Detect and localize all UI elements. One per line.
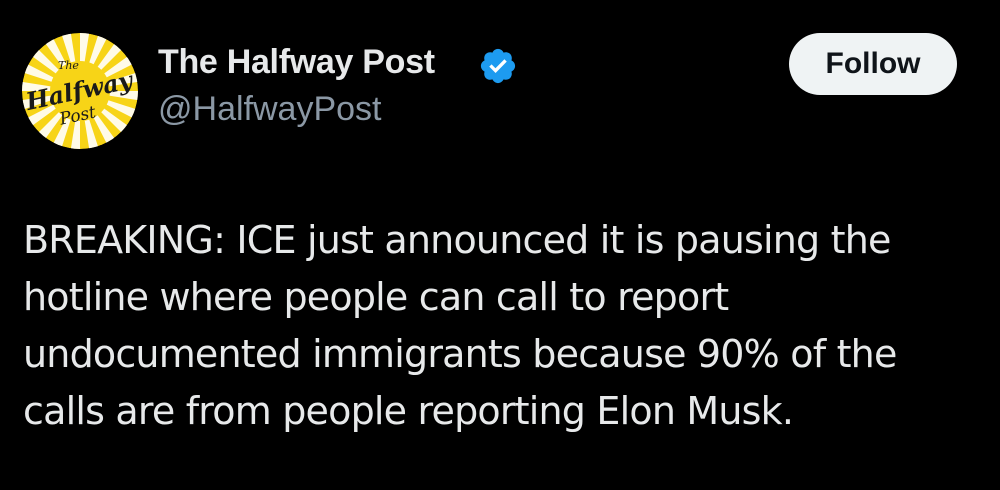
tweet-line: hotline where people can call to report [23,275,729,319]
tweet-line: calls are from people reporting Elon Mus… [23,389,794,433]
tweet-line: BREAKING: ICE just announced it is pausi… [23,218,891,262]
halfway-post-logo: The Halfway Post [22,33,138,149]
logo-text-top: The [58,59,79,72]
tweet-text: BREAKING: ICE just announced it is pausi… [23,212,983,440]
display-name[interactable]: The Halfway Post [158,43,435,82]
verified-badge-icon [480,48,516,84]
user-handle[interactable]: @HalfwayPost [158,90,381,129]
tweet-line: undocumented immigrants because 90% of t… [23,332,897,376]
follow-button[interactable]: Follow [789,33,957,95]
avatar[interactable]: The Halfway Post [22,33,138,149]
